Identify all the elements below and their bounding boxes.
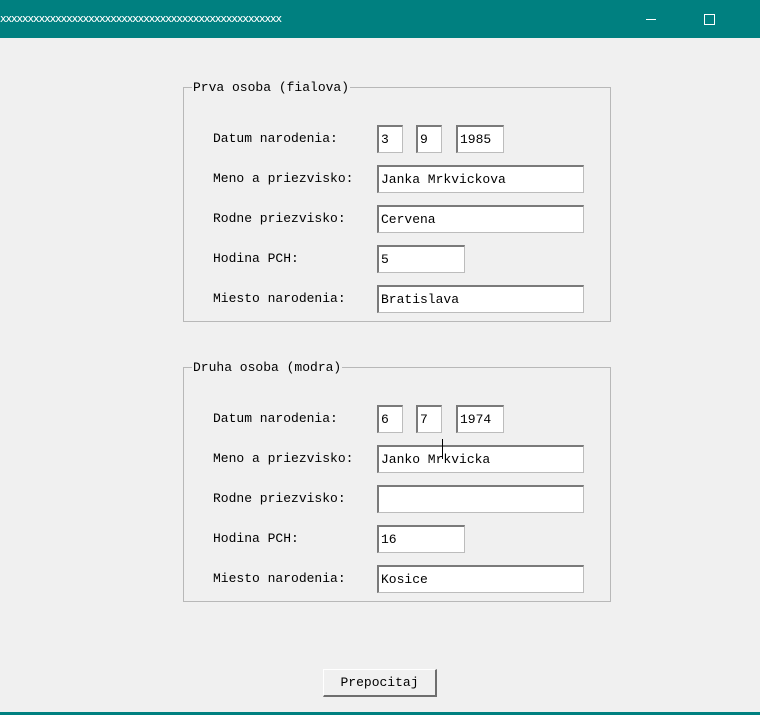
- person1-hour-row: Hodina PCH:: [184, 245, 612, 273]
- person1-birth-date-label: Datum narodenia:: [213, 131, 338, 146]
- text-cursor: [442, 439, 443, 459]
- person1-legend: Prva osoba (fialova): [193, 80, 350, 95]
- person1-birth-month-input[interactable]: [416, 125, 442, 153]
- person1-birth-date-row: Datum narodenia:: [184, 125, 612, 153]
- person1-name-label: Meno a priezvisko:: [213, 171, 354, 186]
- person2-place-row: Miesto narodenia:: [184, 565, 612, 593]
- maximize-button[interactable]: [686, 0, 732, 38]
- person1-hour-label: Hodina PCH:: [213, 251, 299, 266]
- person2-name-input[interactable]: [377, 445, 584, 473]
- window-title: xxxxxxxxxxxxxxxxxxxxxxxxxxxxxxxxxxxxxxxx…: [0, 12, 282, 25]
- person1-birth-day-input[interactable]: [377, 125, 403, 153]
- minimize-icon: [646, 19, 656, 20]
- person1-birth-year-input[interactable]: [456, 125, 504, 153]
- person2-maiden-row: Rodne priezvisko:: [184, 485, 612, 513]
- person2-maiden-label: Rodne priezvisko:: [213, 491, 346, 506]
- person1-place-label: Miesto narodenia:: [213, 291, 346, 306]
- person2-name-label: Meno a priezvisko:: [213, 451, 354, 466]
- maximize-icon: [704, 14, 715, 25]
- person1-place-input[interactable]: [377, 285, 584, 313]
- person2-place-label: Miesto narodenia:: [213, 571, 346, 586]
- person2-legend: Druha osoba (modra): [193, 360, 342, 375]
- person2-hour-label: Hodina PCH:: [213, 531, 299, 546]
- title-bar: xxxxxxxxxxxxxxxxxxxxxxxxxxxxxxxxxxxxxxxx…: [0, 0, 760, 38]
- person1-hour-input[interactable]: [377, 245, 465, 273]
- person1-maiden-row: Rodne priezvisko:: [184, 205, 612, 233]
- person2-birth-date-label: Datum narodenia:: [213, 411, 338, 426]
- person2-hour-row: Hodina PCH:: [184, 525, 612, 553]
- person2-name-row: Meno a priezvisko:: [184, 445, 612, 473]
- person2-hour-input[interactable]: [377, 525, 465, 553]
- person2-birth-day-input[interactable]: [377, 405, 403, 433]
- recalculate-button[interactable]: Prepocitaj: [323, 669, 437, 697]
- person1-maiden-label: Rodne priezvisko:: [213, 211, 346, 226]
- person1-place-row: Miesto narodenia:: [184, 285, 612, 313]
- person2-place-input[interactable]: [377, 565, 584, 593]
- person2-maiden-input[interactable]: [377, 485, 584, 513]
- person1-maiden-input[interactable]: [377, 205, 584, 233]
- person2-birth-date-row: Datum narodenia:: [184, 405, 612, 433]
- minimize-button[interactable]: [628, 0, 674, 38]
- person1-name-input[interactable]: [377, 165, 584, 193]
- person2-birth-year-input[interactable]: [456, 405, 504, 433]
- person2-group: Druha osoba (modra) Datum narodenia: Men…: [183, 360, 611, 602]
- person1-group: Prva osoba (fialova) Datum narodenia: Me…: [183, 80, 611, 322]
- person1-name-row: Meno a priezvisko:: [184, 165, 612, 193]
- person2-birth-month-input[interactable]: [416, 405, 442, 433]
